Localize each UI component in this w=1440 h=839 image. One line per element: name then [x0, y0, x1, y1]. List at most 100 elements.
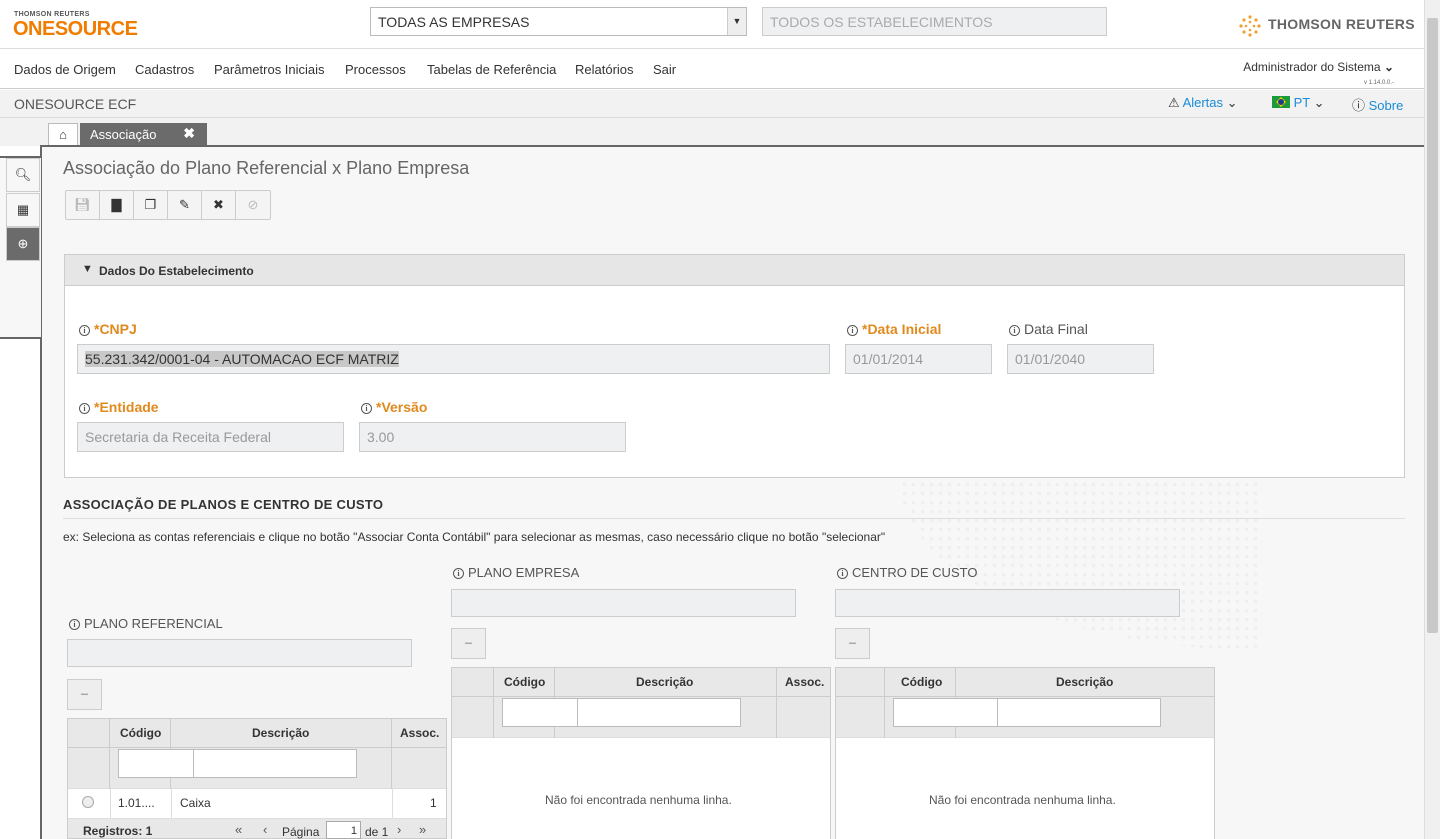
delete-button[interactable]: ✖: [202, 191, 236, 219]
chevron-down-icon: ⌄: [1383, 60, 1394, 74]
chevron-down-icon: ⌄: [1313, 95, 1325, 110]
edit-button[interactable]: ✎: [168, 191, 202, 219]
col-codigo[interactable]: Código: [504, 675, 545, 689]
pager: Registros: 1 « ‹ Página 1 de 1 › »: [67, 819, 447, 839]
menu-sair[interactable]: Sair: [653, 62, 676, 77]
action-toolbar: 💾︎ ▇ ❐ ✎ ✖ ⊘: [65, 190, 271, 220]
empty-message: Não foi encontrada nenhuma linha.: [545, 793, 732, 807]
chevron-down-icon: ▼: [82, 263, 93, 275]
alerts-menu[interactable]: ⚠ Alertas ⌄: [1168, 95, 1238, 111]
user-menu[interactable]: Administrador do Sistema ⌄: [1243, 60, 1394, 74]
thomson-reuters-logo-icon: [1239, 15, 1261, 37]
brazil-flag-icon: [1272, 96, 1290, 108]
menu-tabelas-de-referencia[interactable]: Tabelas de Referência: [427, 62, 556, 77]
col-codigo[interactable]: Código: [120, 726, 161, 740]
about-link[interactable]: ⓘ Sobre: [1352, 95, 1403, 114]
col-descricao[interactable]: Descrição: [636, 675, 693, 689]
info-icon: i: [847, 325, 858, 336]
tab-label: Associação: [90, 127, 157, 142]
col-descricao[interactable]: Descrição: [252, 726, 309, 740]
vertical-scrollbar[interactable]: [1424, 0, 1440, 839]
close-icon: ✖: [213, 197, 224, 212]
app-name: ONESOURCE ECF: [14, 96, 137, 112]
search-button[interactable]: 🔍︎: [6, 158, 40, 192]
menu-processos[interactable]: Processos: [345, 62, 406, 77]
cnpj-field[interactable]: 55.231.342/0001-04 - AUTOMACAO ECF MATRI…: [77, 344, 830, 374]
centro-custo-remove-button[interactable]: −: [835, 628, 870, 659]
filter-descricao-input[interactable]: [577, 698, 741, 727]
panel-header[interactable]: ▼ Dados Do Estabelecimento: [65, 255, 1404, 286]
cnpj-label-text: *CNPJ: [94, 321, 137, 337]
plano-referencial-label-text: PLANO REFERENCIAL: [84, 616, 223, 631]
alerts-label: Alertas: [1182, 95, 1224, 110]
next-page-icon[interactable]: ›: [397, 822, 401, 837]
close-icon[interactable]: ✖: [183, 125, 195, 142]
prev-page-icon[interactable]: ‹: [263, 822, 267, 837]
versao-field[interactable]: 3.00: [359, 422, 626, 452]
menu-cadastros[interactable]: Cadastros: [135, 62, 194, 77]
warning-icon: ⚠: [1168, 95, 1180, 110]
plano-referencial-remove-button[interactable]: −: [67, 679, 102, 710]
centro-custo-input[interactable]: [835, 589, 1180, 617]
version-text: v 1.14.0.0.-: [1363, 80, 1394, 86]
data-final-field[interactable]: 01/01/2040: [1007, 344, 1154, 374]
entidade-label: i *Entidade: [79, 399, 159, 415]
filter-descricao-input[interactable]: [997, 698, 1161, 727]
page-input[interactable]: 1: [326, 821, 361, 839]
home-icon: ⌂: [59, 127, 67, 142]
plano-empresa-input[interactable]: [451, 589, 796, 617]
data-final-label-text: Data Final: [1024, 321, 1088, 337]
col-assoc[interactable]: Assoc.: [785, 675, 824, 689]
filter-codigo-input[interactable]: [502, 698, 578, 727]
document-icon: ▇: [111, 197, 122, 212]
col-assoc[interactable]: Assoc.: [400, 726, 439, 740]
entidade-label-text: *Entidade: [94, 399, 159, 415]
empty-message: Não foi encontrada nenhuma linha.: [929, 793, 1116, 807]
company-select[interactable]: TODAS AS EMPRESAS ▼: [370, 7, 747, 36]
chevron-down-icon[interactable]: ▼: [727, 8, 746, 35]
language-menu[interactable]: PT ⌄: [1272, 95, 1325, 111]
row-radio[interactable]: [82, 796, 94, 808]
menu-dados-de-origem[interactable]: Dados de Origem: [14, 62, 116, 77]
tab-home[interactable]: ⌂: [48, 123, 78, 146]
menu-relatorios[interactable]: Relatórios: [575, 62, 634, 77]
thomson-reuters-brand: THOMSON REUTERS: [1268, 16, 1415, 32]
menu-parametros-iniciais[interactable]: Parâmetros Iniciais: [214, 62, 325, 77]
row-descricao: Caixa: [180, 796, 211, 810]
info-icon: i: [1009, 325, 1020, 336]
top-bar: THOMSON REUTERS ONESOURCE TODAS AS EMPRE…: [0, 0, 1424, 49]
entidade-field[interactable]: Secretaria da Receita Federal: [77, 422, 344, 452]
new-button[interactable]: ▇: [100, 191, 134, 219]
col-descricao[interactable]: Descrição: [1056, 675, 1113, 689]
versao-label: i *Versão: [361, 399, 427, 415]
centro-custo-grid: Código Descrição Não foi encontrada nenh…: [835, 667, 1215, 839]
cancel-button[interactable]: ⊘: [236, 191, 270, 219]
chevron-down-icon: ⌄: [1226, 95, 1238, 110]
tab-associacao[interactable]: Associação ✖: [80, 123, 207, 146]
row-assoc: 1: [430, 796, 437, 810]
plano-empresa-grid: Código Descrição Assoc. Não foi encontra…: [451, 667, 831, 839]
main-menu: Dados de Origem Cadastros Parâmetros Ini…: [0, 49, 1424, 89]
col-codigo[interactable]: Código: [901, 675, 942, 689]
scrollbar-thumb[interactable]: [1427, 18, 1438, 633]
first-page-icon[interactable]: «: [235, 822, 242, 837]
onesource-logo[interactable]: ONESOURCE: [13, 18, 138, 41]
plano-referencial-label: i PLANO REFERENCIAL: [69, 616, 223, 631]
last-page-icon[interactable]: »: [419, 822, 426, 837]
copy-icon: ❐: [144, 197, 157, 212]
filter-codigo-input[interactable]: [118, 749, 194, 778]
cnpj-value: 55.231.342/0001-04 - AUTOMACAO ECF MATRI…: [85, 351, 399, 367]
copy-button[interactable]: ❐: [134, 191, 168, 219]
filter-descricao-input[interactable]: [193, 749, 357, 778]
data-inicial-field[interactable]: 01/01/2014: [845, 344, 992, 374]
plano-referencial-input[interactable]: [67, 639, 412, 667]
save-button[interactable]: 💾︎: [66, 191, 100, 219]
filter-codigo-input[interactable]: [893, 698, 998, 727]
plano-empresa-remove-button[interactable]: −: [451, 628, 486, 659]
add-button[interactable]: ⊕: [6, 227, 40, 261]
calendar-button[interactable]: ▦: [6, 193, 40, 227]
establishment-input[interactable]: TODOS OS ESTABELECIMENTOS: [762, 7, 1107, 36]
panel-title: Dados Do Estabelecimento: [99, 264, 254, 278]
user-name: Administrador do Sistema: [1243, 60, 1381, 74]
page-label: Página: [282, 825, 320, 839]
